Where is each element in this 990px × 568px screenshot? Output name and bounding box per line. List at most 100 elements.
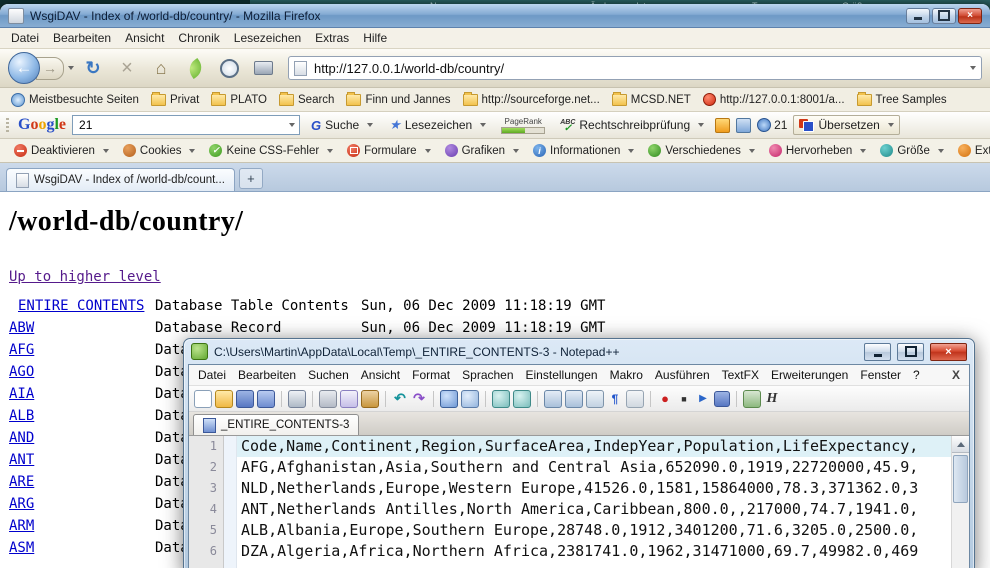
google-bookmarks-button[interactable]: ★Lesezeichen: [384, 115, 491, 135]
menu-lesezeichen[interactable]: Lesezeichen: [227, 29, 308, 47]
tab-entire-contents[interactable]: _ENTIRE_CONTENTS-3: [193, 414, 359, 435]
forward-button[interactable]: →: [36, 57, 64, 80]
bookmark-localhost-8001[interactable]: http://127.0.0.1:8001/a...: [698, 91, 850, 108]
feed-button[interactable]: [180, 55, 210, 81]
scroll-up-button[interactable]: [952, 436, 969, 453]
print-button[interactable]: [248, 55, 278, 81]
webdev-outline[interactable]: Hervorheben: [764, 142, 871, 159]
menu-datei[interactable]: Datei: [4, 29, 46, 47]
editor-line[interactable]: Code,Name,Continent,Region,SurfaceArea,I…: [237, 436, 952, 457]
entry-link[interactable]: AND: [9, 427, 155, 449]
bookmark-privat[interactable]: Privat: [146, 92, 204, 108]
entry-link[interactable]: AFG: [9, 339, 155, 361]
minimize-button[interactable]: [906, 8, 930, 24]
bookmark-finn-und-jannes[interactable]: Finn und Jannes: [341, 92, 455, 108]
npp-menu-datei[interactable]: Datei: [192, 366, 232, 384]
history-dropdown-caret-icon[interactable]: [68, 66, 74, 70]
notepad-close-button[interactable]: ×: [930, 343, 967, 361]
bookmark-search[interactable]: Search: [274, 92, 339, 108]
editor-line[interactable]: AFG,Afghanistan,Asia,Southern and Centra…: [237, 457, 952, 478]
entry-link[interactable]: ARG: [9, 493, 155, 515]
menu-chronik[interactable]: Chronik: [171, 29, 226, 47]
npp-menu-ansicht[interactable]: Ansicht: [355, 366, 406, 384]
close-document-x[interactable]: X: [946, 366, 966, 384]
google-search-box[interactable]: [72, 115, 300, 135]
redo-icon[interactable]: ↷: [411, 391, 427, 407]
editor-line[interactable]: ANT,Netherlands Antilles,North America,C…: [237, 499, 952, 520]
npp-menu-fenster[interactable]: Fenster: [854, 366, 907, 384]
translate-button[interactable]: Übersetzen: [793, 115, 899, 135]
google-search-input[interactable]: [77, 117, 285, 133]
menu-hilfe[interactable]: Hilfe: [356, 29, 394, 47]
zoom-out-icon[interactable]: [513, 390, 531, 408]
pagerank-indicator[interactable]: PageRank: [497, 117, 549, 134]
find-icon[interactable]: [440, 390, 458, 408]
bookmark-plato[interactable]: PLATO: [206, 92, 272, 108]
close-button[interactable]: ×: [958, 8, 982, 24]
npp-menu-erweiterungen[interactable]: Erweiterungen: [765, 366, 854, 384]
entry-link[interactable]: AIA: [9, 383, 155, 405]
counter-widget[interactable]: 21: [757, 118, 787, 132]
new-tab-button[interactable]: +: [239, 168, 263, 189]
scrollbar-thumb[interactable]: [953, 455, 968, 503]
firefox-titlebar[interactable]: WsgiDAV - Index of /world-db/country/ - …: [0, 4, 990, 28]
spellcheck-button[interactable]: ABC✓Rechtschreibprüfung: [555, 116, 709, 134]
copy-icon[interactable]: [340, 390, 358, 408]
bookmark-sourceforge[interactable]: http://sourceforge.net...: [458, 92, 605, 108]
npp-menu-format[interactable]: Format: [406, 366, 456, 384]
cut-icon[interactable]: [319, 390, 337, 408]
google-search-button[interactable]: GSuche: [306, 116, 378, 135]
entry-link[interactable]: ASM: [9, 537, 155, 559]
menu-extras[interactable]: Extras: [308, 29, 356, 47]
npp-menu-suchen[interactable]: Suchen: [302, 366, 355, 384]
address-input[interactable]: [312, 60, 961, 77]
indent-guide-icon[interactable]: [626, 390, 644, 408]
npp-menu-textfx[interactable]: TextFX: [716, 366, 765, 384]
pencil-icon[interactable]: [736, 118, 751, 133]
entry-link[interactable]: ARM: [9, 515, 155, 537]
webdev-information[interactable]: iInformationen: [528, 142, 639, 159]
history-button[interactable]: [214, 55, 244, 81]
webdev-css[interactable]: ✓Keine CSS-Fehler: [204, 142, 338, 159]
editor[interactable]: 1 2 3 4 5 6 Code,Name,Continent,Region,S…: [189, 436, 969, 568]
autofill-icon[interactable]: [715, 118, 730, 133]
open-file-icon[interactable]: [215, 390, 233, 408]
show-symbols-icon[interactable]: ¶: [607, 391, 623, 407]
menu-ansicht[interactable]: Ansicht: [118, 29, 171, 47]
reload-button[interactable]: ↻: [78, 55, 108, 81]
entry-link[interactable]: ARE: [9, 471, 155, 493]
home-button[interactable]: ⌂: [146, 55, 176, 81]
word-wrap-icon[interactable]: [586, 390, 604, 408]
webdev-miscellaneous[interactable]: Verschiedenes: [643, 142, 759, 159]
webdev-disable[interactable]: Deaktivieren: [9, 142, 114, 159]
npp-menu-bearbeiten[interactable]: Bearbeiten: [232, 366, 302, 384]
webdev-images[interactable]: Grafiken: [440, 142, 524, 159]
play-macro-icon[interactable]: ▶: [695, 391, 711, 407]
notepad-minimize-button[interactable]: [864, 343, 891, 361]
npp-menu-sprachen[interactable]: Sprachen: [456, 366, 519, 384]
back-button[interactable]: ←: [8, 52, 40, 84]
webdev-cookies[interactable]: Cookies: [118, 142, 201, 159]
webdev-tools[interactable]: Extras: [953, 142, 990, 159]
new-file-icon[interactable]: [194, 390, 212, 408]
tab-wsgidav[interactable]: WsgiDAV - Index of /world-db/count...: [6, 168, 235, 191]
entry-link[interactable]: ENTIRE CONTENTS: [9, 295, 155, 317]
zoom-in-icon[interactable]: [492, 390, 510, 408]
npp-menu-einstellungen[interactable]: Einstellungen: [520, 366, 604, 384]
stop-macro-icon[interactable]: ■: [676, 391, 692, 407]
notepad-titlebar[interactable]: C:\Users\Martin\AppData\Local\Temp\_ENTI…: [188, 339, 970, 364]
entry-link[interactable]: AGO: [9, 361, 155, 383]
save-icon[interactable]: [236, 390, 254, 408]
bookmark-tree-samples[interactable]: Tree Samples: [852, 92, 952, 108]
editor-line[interactable]: ALB,Albania,Europe,Southern Europe,28748…: [237, 520, 952, 541]
entry-link[interactable]: ANT: [9, 449, 155, 471]
undo-icon[interactable]: ↶: [392, 391, 408, 407]
sync-vertical-icon[interactable]: [544, 390, 562, 408]
editor-text[interactable]: Code,Name,Continent,Region,SurfaceArea,I…: [237, 436, 952, 568]
npp-menu-help[interactable]: ?: [907, 366, 926, 384]
npp-menu-makro[interactable]: Makro: [604, 366, 649, 384]
location-dropdown-caret-icon[interactable]: [970, 66, 976, 70]
editor-line[interactable]: NLD,Netherlands,Europe,Western Europe,41…: [237, 478, 952, 499]
html-preview-icon[interactable]: H: [764, 391, 780, 407]
vertical-scrollbar[interactable]: [951, 436, 969, 568]
